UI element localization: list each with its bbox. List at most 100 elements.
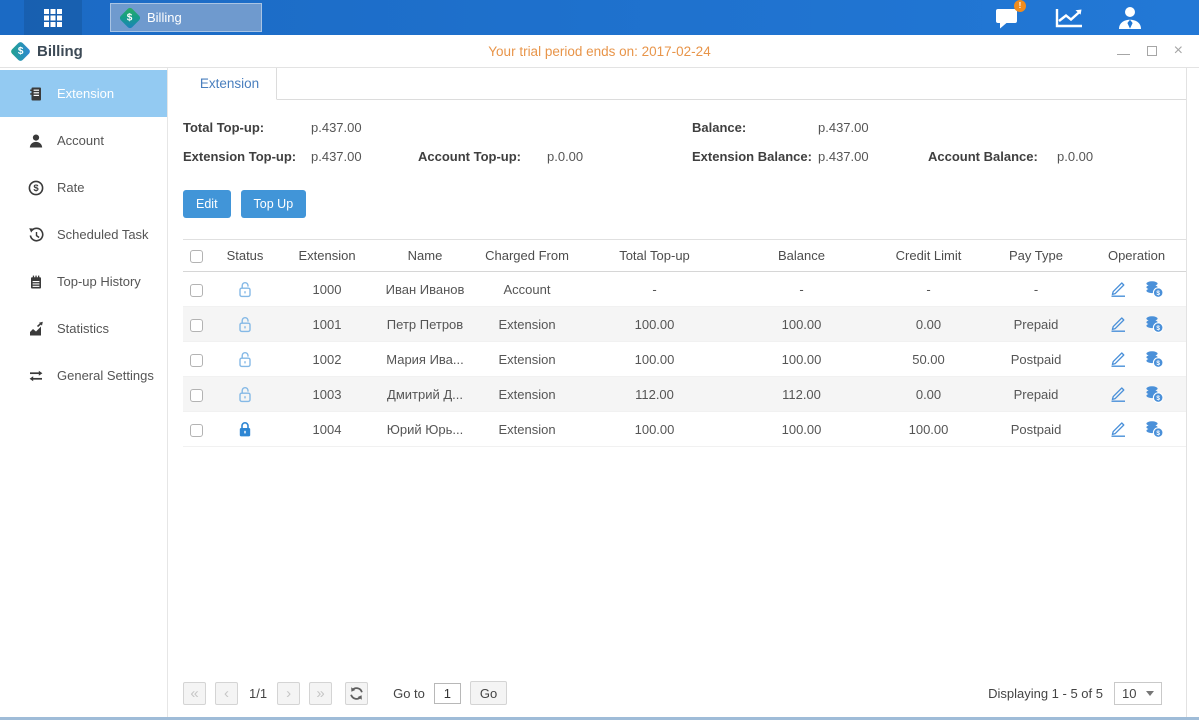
svg-text:$: $ xyxy=(1156,430,1160,437)
cell-pay-type: Postpaid xyxy=(985,352,1087,367)
row-checkbox[interactable] xyxy=(190,319,203,332)
sidebar-item-general-settings[interactable]: General Settings xyxy=(0,352,167,399)
top-up-row-button[interactable]: $ xyxy=(1145,385,1164,403)
edit-row-button[interactable] xyxy=(1109,385,1128,403)
coins-icon: $ xyxy=(1145,280,1164,298)
lock-closed-icon xyxy=(237,421,253,438)
select-all-checkbox[interactable] xyxy=(190,250,203,263)
action-buttons: Edit Top Up xyxy=(183,190,1186,218)
svg-text:$: $ xyxy=(1156,360,1160,367)
chart-icon xyxy=(28,321,44,337)
lock-open-icon xyxy=(237,281,253,298)
notebook-icon xyxy=(28,274,44,290)
trial-notice: Your trial period ends on: 2017-02-24 xyxy=(488,44,710,59)
ledger-icon xyxy=(28,86,44,102)
tab-extension[interactable]: Extension xyxy=(183,68,277,100)
page-size-dropdown[interactable]: 10 xyxy=(1114,682,1162,705)
table-body: 1000 Иван Иванов Account - - - - xyxy=(183,272,1186,447)
chevron-down-icon xyxy=(1146,691,1154,696)
person-icon xyxy=(28,133,44,149)
table-row: 1002 Мария Ива... Extension 100.00 100.0… xyxy=(183,342,1186,377)
top-up-row-button[interactable]: $ xyxy=(1145,420,1164,438)
top-up-row-button[interactable]: $ xyxy=(1145,350,1164,368)
cell-charged-from: Account xyxy=(476,282,578,297)
row-checkbox[interactable] xyxy=(190,389,203,402)
window-controls: × xyxy=(1117,44,1199,58)
sidebar-item-statistics[interactable]: Statistics xyxy=(0,305,167,352)
total-topup-label: Total Top-up: xyxy=(183,120,311,135)
pagination-bar: « ‹ 1/1 › » Go to Go Displaying xyxy=(183,669,1186,717)
window-title: Billing xyxy=(37,43,83,60)
cell-extension: 1001 xyxy=(280,317,374,332)
next-page-button[interactable]: › xyxy=(277,682,300,705)
account-balance-label: Account Balance: xyxy=(928,149,1057,164)
billing-summary: Total Top-up: p.437.00 Balance: p.437.00… xyxy=(183,120,1186,164)
maximize-button[interactable] xyxy=(1147,44,1157,58)
goto-label: Go to xyxy=(393,686,425,701)
notifications-button[interactable]: ! xyxy=(993,4,1023,32)
cell-charged-from: Extension xyxy=(476,387,578,402)
notification-badge: ! xyxy=(1014,0,1026,12)
column-header-operation: Operation xyxy=(1087,248,1186,263)
last-page-button[interactable]: » xyxy=(309,682,332,705)
svg-text:$: $ xyxy=(33,183,39,194)
column-header-total-topup: Total Top-up xyxy=(578,248,731,263)
sidebar-item-extension[interactable]: Extension xyxy=(0,70,167,117)
billing-app-icon: $ xyxy=(119,6,142,29)
goto-page-input[interactable] xyxy=(434,683,461,704)
edit-row-button[interactable] xyxy=(1109,420,1128,438)
row-checkbox[interactable] xyxy=(190,284,203,297)
edit-row-button[interactable] xyxy=(1109,280,1128,298)
minimize-button[interactable] xyxy=(1117,44,1130,58)
cell-name: Мария Ива... xyxy=(374,352,476,367)
top-up-row-button[interactable]: $ xyxy=(1145,315,1164,333)
dollar-circle-icon: $ xyxy=(28,180,44,196)
user-icon xyxy=(1117,5,1143,31)
topbar: $ Billing ! xyxy=(0,0,1199,35)
row-checkbox[interactable] xyxy=(190,424,203,437)
first-page-button[interactable]: « xyxy=(183,682,206,705)
billing-window-icon: $ xyxy=(10,40,31,61)
cell-charged-from: Extension xyxy=(476,317,578,332)
sidebar-item-label: General Settings xyxy=(57,368,154,383)
sidebar-item-account[interactable]: Account xyxy=(0,117,167,164)
topbar-app-tab-billing[interactable]: $ Billing xyxy=(110,3,262,32)
page-indicator: 1/1 xyxy=(249,686,267,701)
go-button[interactable]: Go xyxy=(470,681,507,705)
column-header-status: Status xyxy=(210,248,280,263)
sidebar-item-rate[interactable]: $ Rate xyxy=(0,164,167,211)
page-size-value: 10 xyxy=(1122,686,1136,701)
sidebar-item-topup-history[interactable]: Top-up History xyxy=(0,258,167,305)
app-launcher-button[interactable] xyxy=(24,0,82,35)
extension-topup-label: Extension Top-up: xyxy=(183,149,311,164)
top-up-row-button[interactable]: $ xyxy=(1145,280,1164,298)
cell-balance: 112.00 xyxy=(731,387,872,402)
close-button[interactable]: × xyxy=(1174,44,1183,58)
pagination-right: Displaying 1 - 5 of 5 10 xyxy=(988,682,1162,705)
account-balance-value: p.0.00 xyxy=(1057,149,1186,164)
window-titlebar: $ Billing Your trial period ends on: 201… xyxy=(0,35,1199,68)
cell-name: Юрий Юрь... xyxy=(374,422,476,437)
sidebar-item-label: Account xyxy=(57,133,104,148)
cell-total-topup: 112.00 xyxy=(578,387,731,402)
user-menu-button[interactable] xyxy=(1115,4,1145,32)
edit-row-button[interactable] xyxy=(1109,315,1128,333)
statistics-report-button[interactable] xyxy=(1054,4,1084,32)
cell-credit-limit: 100.00 xyxy=(872,422,985,437)
coins-icon: $ xyxy=(1145,420,1164,438)
balance-label: Balance: xyxy=(692,120,818,135)
column-header-credit-limit: Credit Limit xyxy=(872,248,985,263)
edit-row-button[interactable] xyxy=(1109,350,1128,368)
top-up-button[interactable]: Top Up xyxy=(241,190,307,218)
refresh-button[interactable] xyxy=(345,682,368,705)
sidebar-item-scheduled-task[interactable]: Scheduled Task xyxy=(0,211,167,258)
cell-pay-type: - xyxy=(985,282,1087,297)
cell-credit-limit: 0.00 xyxy=(872,387,985,402)
svg-text:$: $ xyxy=(1156,395,1160,402)
cell-total-topup: 100.00 xyxy=(578,317,731,332)
previous-page-button[interactable]: ‹ xyxy=(215,682,238,705)
row-checkbox[interactable] xyxy=(190,354,203,367)
edit-button[interactable]: Edit xyxy=(183,190,231,218)
cell-balance: 100.00 xyxy=(731,317,872,332)
cell-balance: 100.00 xyxy=(731,422,872,437)
